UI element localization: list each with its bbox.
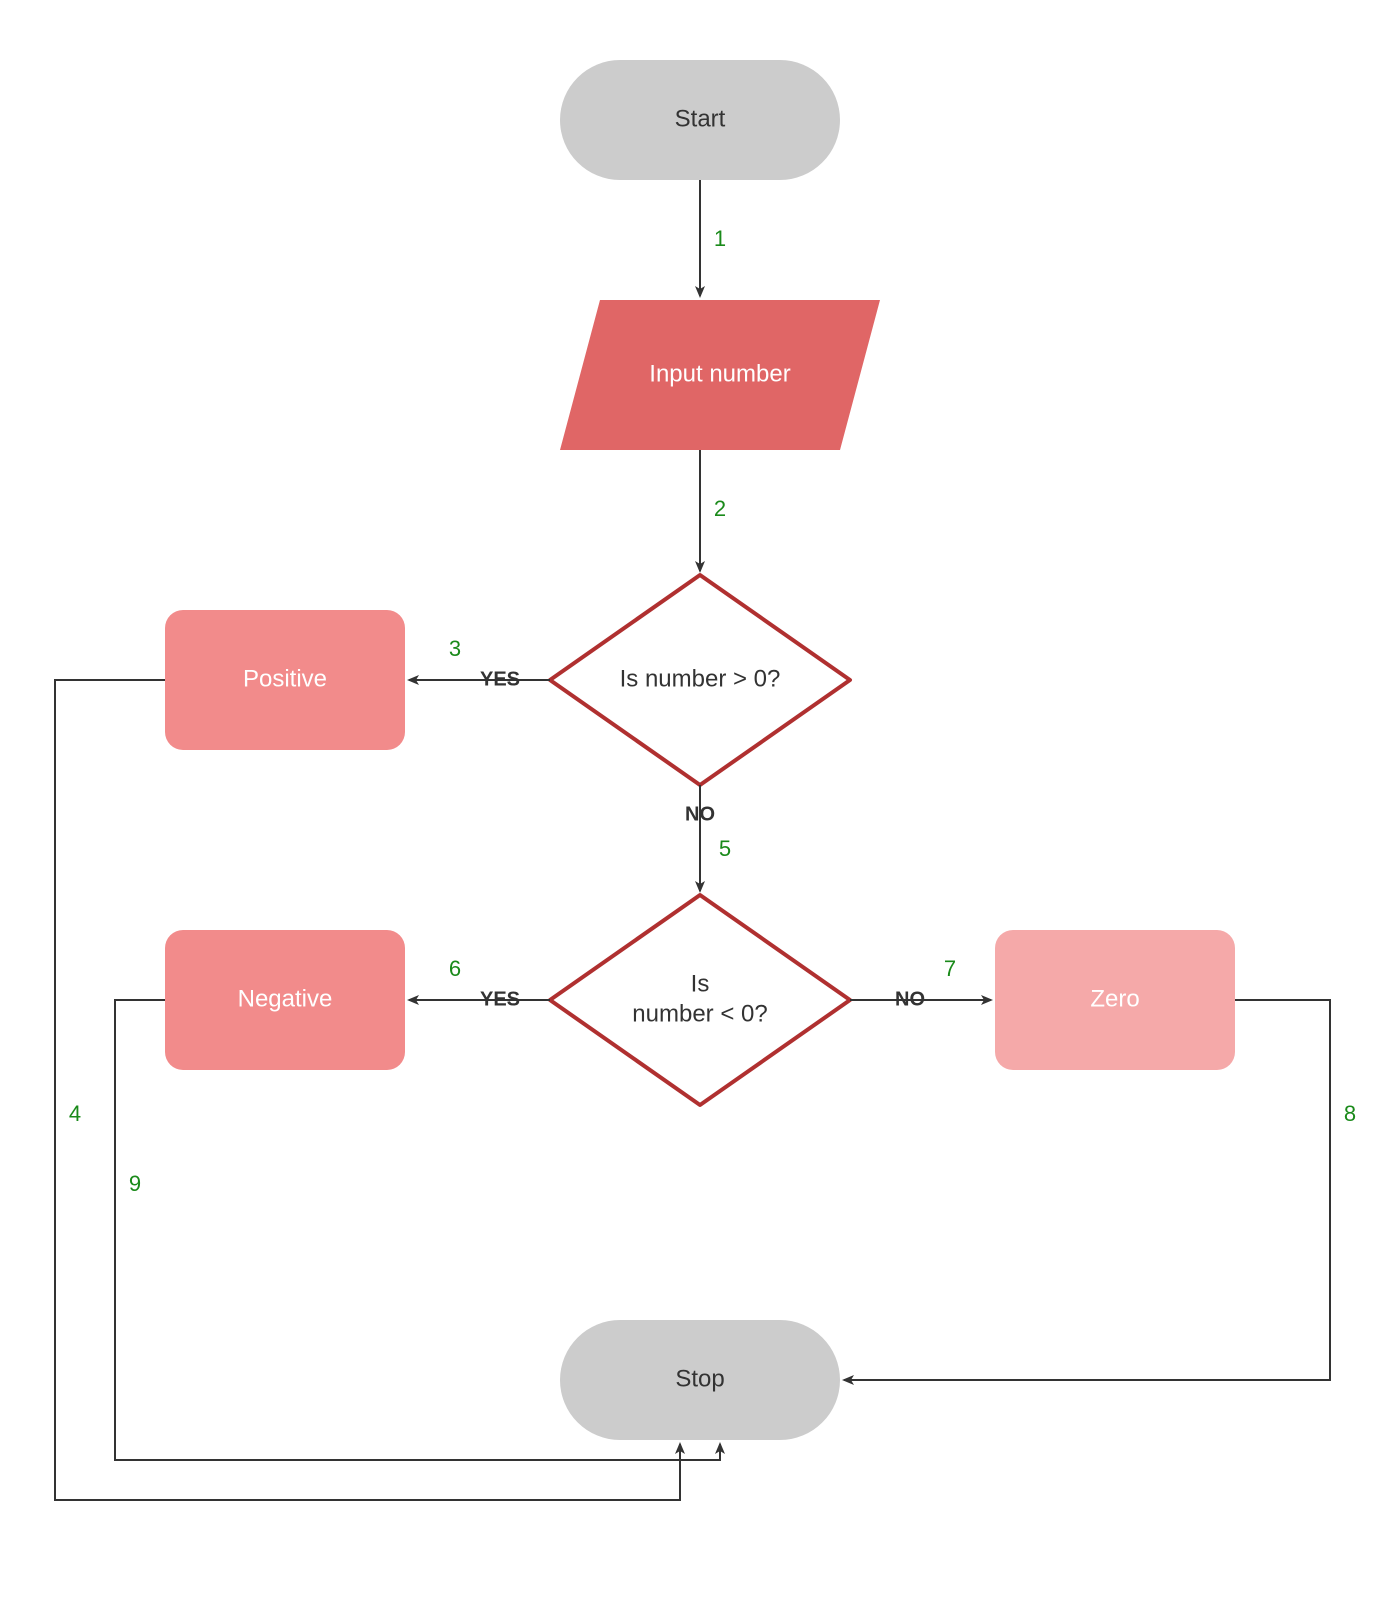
node-zero-label: Zero xyxy=(1090,985,1139,1012)
node-negative: Negative xyxy=(165,930,405,1070)
edge-5-word: NO xyxy=(685,803,715,825)
node-positive-label: Positive xyxy=(243,665,327,692)
edge-7: NO 7 xyxy=(850,956,991,1010)
node-decision-lt0: Is number < 0? xyxy=(550,895,850,1105)
edge-6: YES 6 xyxy=(409,956,550,1010)
node-input: Input number xyxy=(560,300,880,450)
node-decision-lt0-label1: Is xyxy=(691,970,710,997)
node-start-label: Start xyxy=(675,105,726,132)
edge-3-num: 3 xyxy=(449,636,461,661)
edge-3-word: YES xyxy=(480,668,520,690)
node-stop-label: Stop xyxy=(675,1365,724,1392)
node-decision-lt0-label2: number < 0? xyxy=(632,1000,767,1027)
edge-7-word: NO xyxy=(895,988,925,1010)
node-start: Start xyxy=(560,60,840,180)
edge-8-num: 8 xyxy=(1344,1101,1356,1126)
edge-9-num: 9 xyxy=(129,1171,141,1196)
edge-1: 1 xyxy=(700,180,726,296)
node-decision-gt0: Is number > 0? xyxy=(550,575,850,785)
node-positive: Positive xyxy=(165,610,405,750)
edge-3: YES 3 xyxy=(409,636,550,690)
edge-4-num: 4 xyxy=(69,1101,81,1126)
edge-2: 2 xyxy=(700,450,726,571)
node-negative-label: Negative xyxy=(238,985,333,1012)
node-stop: Stop xyxy=(560,1320,840,1440)
edge-6-num: 6 xyxy=(449,956,461,981)
edge-1-num: 1 xyxy=(714,226,726,251)
edge-5-num: 5 xyxy=(719,836,731,861)
edge-2-num: 2 xyxy=(714,496,726,521)
edge-6-word: YES xyxy=(480,988,520,1010)
node-zero: Zero xyxy=(995,930,1235,1070)
node-input-label: Input number xyxy=(649,360,790,387)
node-decision-gt0-label: Is number > 0? xyxy=(620,665,781,692)
edge-7-num: 7 xyxy=(944,956,956,981)
edge-5: NO 5 xyxy=(685,785,731,891)
